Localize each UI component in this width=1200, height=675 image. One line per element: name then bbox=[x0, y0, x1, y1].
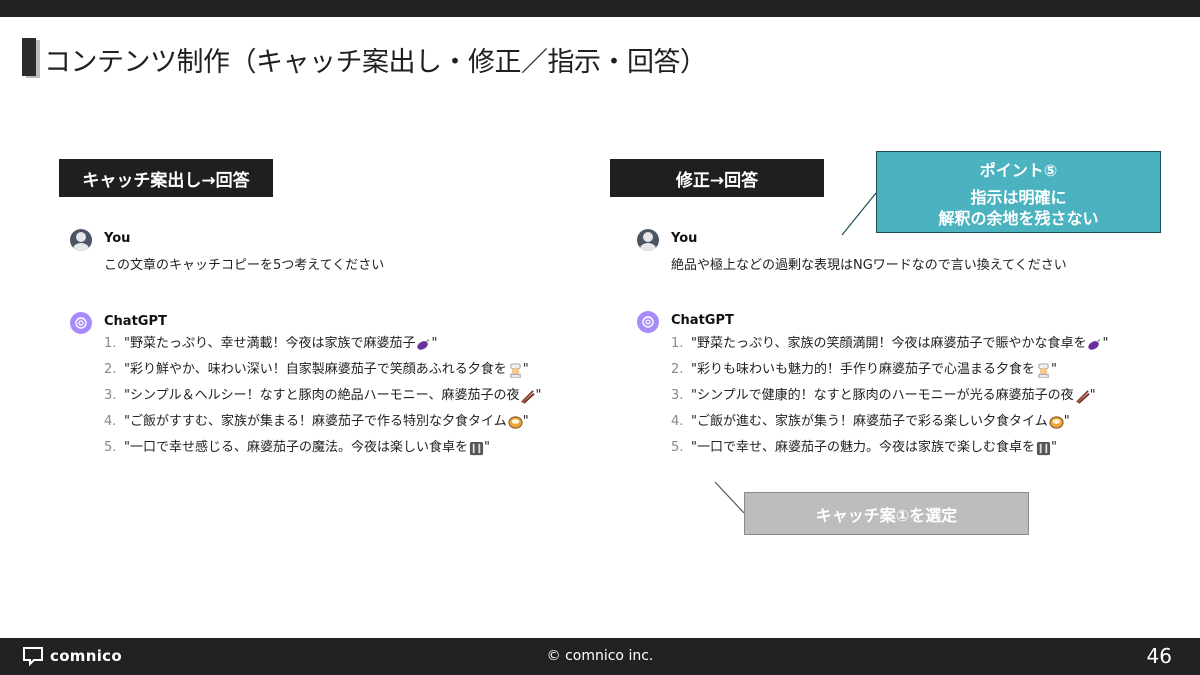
curry-bowl-icon bbox=[1049, 415, 1064, 429]
user-message: 絶品や極上などの過剰な表現はNGワードなので言い換えてください bbox=[671, 258, 1067, 273]
user-avatar bbox=[70, 229, 92, 251]
right-answer-list: 1. "野菜たっぷり、家族の笑顔満開！今夜は麻婆茄子で賑やかな食卓を " 2. "彩り… bbox=[671, 331, 1108, 461]
footer: comnico © comnico inc. 46 bbox=[0, 638, 1200, 675]
list-item: 5. "一口で幸せ、麻婆茄子の魅力。今夜は家族で楽しむ食卓を " bbox=[671, 440, 1057, 455]
user-avatar bbox=[637, 229, 659, 251]
point-callout-line2: 解釈の余地を残さない bbox=[938, 209, 1099, 228]
list-item: 1. "野菜たっぷり、家族の笑顔満開！今夜は麻婆茄子で賑やかな食卓を " bbox=[671, 336, 1109, 351]
page-number: 46 bbox=[1146, 644, 1172, 668]
list-item: 4. "ご飯が進む、家族が集う！麻婆茄子で彩る楽しい夕食タイム " bbox=[671, 414, 1070, 429]
list-item: 5. "一口で幸せ感じる、麻婆茄子の魔法。今夜は楽しい食卓を " bbox=[104, 440, 490, 455]
openai-logo-icon bbox=[642, 316, 654, 328]
left-answer-list: 1. "野菜たっぷり、幸せ満載！今夜は家族で麻婆茄子 " 2. "彩り鮮やか、味わい深… bbox=[104, 331, 541, 461]
selection-callout: キャッチ案①を選定 bbox=[744, 492, 1029, 535]
list-item: 1. "野菜たっぷり、幸せ満載！今夜は家族で麻婆茄子 " bbox=[104, 336, 438, 351]
list-item: 2. "彩りも味わいも魅力的！手作り麻婆茄子で心温まる夕食を " bbox=[671, 362, 1057, 378]
cutlery-icon bbox=[469, 441, 484, 455]
eggplant-icon bbox=[1088, 338, 1101, 350]
user-name: You bbox=[104, 231, 131, 246]
point-callout: ポイント⑤ 指示は明確に 解釈の余地を残さない bbox=[876, 151, 1161, 233]
chatgpt-name: ChatGPT bbox=[104, 314, 167, 329]
chatgpt-name: ChatGPT bbox=[671, 313, 734, 328]
eggplant-icon bbox=[417, 338, 430, 350]
cook-icon bbox=[1038, 362, 1049, 378]
chopsticks-icon bbox=[1075, 389, 1090, 404]
right-section-header: 修正→回答 bbox=[610, 159, 824, 197]
list-item: 3. "シンプル＆ヘルシー！なすと豚肉の絶品ハーモニー、麻婆茄子の夜 " bbox=[104, 388, 542, 404]
curry-bowl-icon bbox=[508, 415, 523, 429]
openai-logo-icon bbox=[75, 317, 87, 329]
cook-icon bbox=[510, 362, 521, 378]
left-section-header: キャッチ案出し→回答 bbox=[59, 159, 273, 197]
list-item: 2. "彩り鮮やか、味わい深い！自家製麻婆茄子で笑顔あふれる夕食を " bbox=[104, 362, 529, 378]
chatgpt-avatar bbox=[70, 312, 92, 334]
list-item: 4. "ご飯がすすむ、家族が集まる！麻婆茄子で作る特別な夕食タイム " bbox=[104, 414, 529, 429]
copyright: © comnico inc. bbox=[546, 648, 654, 664]
chatgpt-avatar bbox=[637, 311, 659, 333]
cutlery-icon bbox=[1036, 441, 1051, 455]
point-callout-title: ポイント⑤ bbox=[979, 161, 1058, 180]
chopsticks-icon bbox=[521, 389, 536, 404]
user-name: You bbox=[671, 231, 698, 246]
user-message: この文章のキャッチコピーを5つ考えてください bbox=[104, 258, 385, 273]
list-item: 3. "シンプルで健康的！なすと豚肉のハーモニーが光る麻婆茄子の夜 " bbox=[671, 388, 1096, 404]
point-callout-line1: 指示は明確に bbox=[970, 188, 1067, 207]
